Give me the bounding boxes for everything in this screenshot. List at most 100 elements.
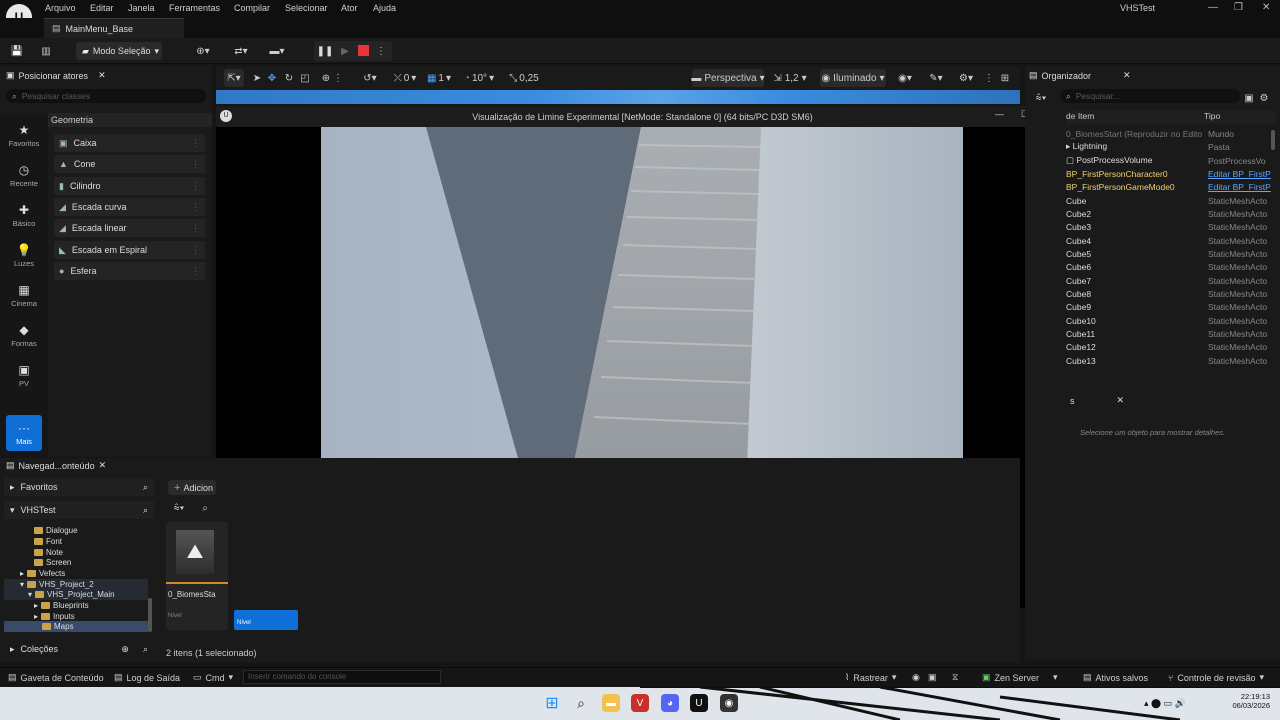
tree-folder[interactable]: Note: [4, 547, 148, 558]
category-more[interactable]: ··· Mais: [6, 415, 42, 451]
blueprint-icon[interactable]: ⇄▾: [228, 42, 254, 60]
grid-snap[interactable]: ▦ 1 ▾: [424, 69, 454, 87]
screenshot-icon[interactable]: ▣: [928, 672, 937, 683]
tree-folder-selected[interactable]: Maps: [4, 621, 148, 632]
add-button[interactable]: + Adicion: [168, 480, 216, 495]
col-type-label[interactable]: Tipo: [1204, 111, 1220, 124]
menu-ajuda[interactable]: Ajuda: [373, 3, 396, 13]
outliner-row[interactable]: Cube12 StaticMeshActo: [1066, 340, 1278, 353]
unreal-taskbar-icon[interactable]: U: [690, 694, 708, 712]
shape-item[interactable]: ● Esfera ⋮: [54, 262, 205, 280]
play-window-titlebar[interactable]: Visualização de Limine Experimental [Net…: [216, 106, 1069, 127]
search-icon[interactable]: ⌕: [143, 644, 148, 655]
drag-handle-icon[interactable]: ⋮: [191, 245, 200, 256]
category-basic[interactable]: ✚ Básico: [0, 203, 48, 228]
output-log-button[interactable]: ▤ Log de Saída: [114, 672, 180, 683]
project-section[interactable]: ▾ VHSTest ⌕: [4, 501, 154, 519]
outliner-row[interactable]: Cube2 StaticMeshActo: [1066, 207, 1278, 220]
outliner-row[interactable]: Cube5 StaticMeshActo: [1066, 247, 1278, 260]
insights-icon[interactable]: ⧖: [952, 672, 958, 683]
collections-section[interactable]: ▸ Coleções ⊕ ⌕: [4, 640, 154, 658]
asset-tile-selected[interactable]: Nível: [234, 610, 298, 630]
search-icon[interactable]: ⌕: [572, 694, 590, 712]
more-icon[interactable]: ⋮: [984, 69, 994, 87]
shape-item[interactable]: ◢ Escada linear ⋮: [54, 219, 205, 237]
effects-icon[interactable]: ✎▾: [924, 69, 948, 87]
camera-speed[interactable]: ⇲ 1,2 ▾: [772, 69, 808, 87]
close-tab-icon[interactable]: ✕: [99, 460, 107, 471]
menu-janela[interactable]: Janela: [128, 3, 155, 13]
outliner-row[interactable]: Cube4 StaticMeshActo: [1066, 234, 1278, 247]
discord-icon[interactable]: ◕: [661, 694, 679, 712]
add-actor-icon[interactable]: ⊕▾: [190, 42, 216, 60]
drag-handle-icon[interactable]: ⋮: [191, 223, 200, 234]
outliner-row[interactable]: Cube3 StaticMeshActo: [1066, 220, 1278, 233]
close-tab-icon[interactable]: ✕: [1117, 395, 1125, 406]
outliner-scrollbar[interactable]: [1271, 130, 1275, 150]
outliner-row[interactable]: Cube13 StaticMeshActo: [1066, 354, 1278, 367]
category-cinema[interactable]: ▦ Cinema: [0, 283, 48, 308]
stop-icon[interactable]: [358, 45, 369, 56]
outliner-tab[interactable]: ▤ Organizador ✕: [1029, 70, 1131, 81]
outliner-row[interactable]: BP_FirstPersonGameMode0 Editar BP_FirstP: [1066, 180, 1278, 193]
category-recent[interactable]: ◷ Recente: [0, 163, 48, 188]
console-input[interactable]: Inserir comando do console: [243, 670, 441, 684]
scale-icon[interactable]: ◰: [299, 69, 311, 87]
rotation-snap[interactable]: ⤫ 0 ▾: [390, 69, 420, 87]
close-icon[interactable]: ✕: [1262, 2, 1270, 13]
edit-blueprint-link[interactable]: Editar BP_FirstP: [1208, 169, 1274, 179]
outliner-row[interactable]: Cube7 StaticMeshActo: [1066, 274, 1278, 287]
menu-ator[interactable]: Ator: [341, 3, 358, 13]
menu-compilar[interactable]: Compilar: [234, 3, 270, 13]
settings-icon[interactable]: ⚙▾: [954, 69, 978, 87]
angle-snap[interactable]: ◔ 10° ▾: [460, 69, 498, 87]
trace-dropdown[interactable]: ⌇ Rastrear ▾: [845, 672, 896, 683]
perspective-dropdown[interactable]: ▬ Perspectiva ▾: [691, 69, 765, 87]
browse-icon[interactable]: ▥: [38, 42, 54, 60]
outliner-row[interactable]: Cube8 StaticMeshActo: [1066, 287, 1278, 300]
drag-handle-icon[interactable]: ⋮: [191, 202, 200, 213]
edit-blueprint-link[interactable]: Editar BP_FirstP: [1208, 182, 1274, 192]
doc-tab[interactable]: ▤ MainMenu_Base: [44, 18, 184, 38]
shape-item[interactable]: ▮ Cilindro ⋮: [54, 177, 205, 195]
show-icon[interactable]: ◉▾: [893, 69, 917, 87]
cursor-icon[interactable]: ➤: [252, 69, 262, 87]
filter-icon[interactable]: ⩯▾: [168, 499, 190, 517]
tree-folder[interactable]: Screen: [4, 557, 148, 568]
add-folder-icon[interactable]: ▣: [1244, 89, 1254, 107]
vivaldi-icon[interactable]: V: [631, 694, 649, 712]
outliner-row[interactable]: Cube9 StaticMeshActo: [1066, 300, 1278, 313]
tree-folder[interactable]: ▸ Vefects: [4, 568, 148, 579]
cinematics-icon[interactable]: ▬▾: [264, 42, 290, 60]
outliner-row[interactable]: Cube11 StaticMeshActo: [1066, 327, 1278, 340]
surface-snap-icon[interactable]: ↺▾: [360, 69, 380, 87]
content-browser-tab[interactable]: ▤ Navegad...onteúdo ✕: [6, 460, 106, 471]
shape-item[interactable]: ◣ Escada em Espiral ⋮: [54, 241, 205, 259]
add-icon[interactable]: ⊕: [121, 644, 129, 655]
tree-folder[interactable]: ▸ Inputs: [4, 611, 148, 622]
lit-mode-dropdown[interactable]: ◉ Iluminado ▾: [820, 69, 886, 87]
shape-item[interactable]: ▲ Cone ⋮: [54, 155, 205, 173]
pause-icon[interactable]: ❚❚: [317, 42, 334, 60]
outliner-row[interactable]: BP_FirstPersonCharacter0 Editar BP_FirstP: [1066, 167, 1278, 180]
more-icon[interactable]: ⋮: [333, 69, 343, 87]
category-shapes[interactable]: ◆ Formas: [0, 323, 48, 348]
class-search-input[interactable]: ⌕ Pesquisar classes: [6, 89, 206, 103]
drag-handle-icon[interactable]: ⋮: [191, 138, 200, 149]
close-tab-icon[interactable]: ✕: [98, 70, 106, 81]
world-icon[interactable]: ⊕: [320, 69, 332, 87]
saved-assets-button[interactable]: ▤ Ativos salvos: [1083, 672, 1148, 683]
outliner-row[interactable]: Cube10 StaticMeshActo: [1066, 314, 1278, 327]
menu-selecionar[interactable]: Selecionar: [285, 3, 328, 13]
filter-icon[interactable]: ⩯▾: [1030, 89, 1052, 107]
col-item-label[interactable]: de Item: [1066, 111, 1204, 124]
windows-start-icon[interactable]: ⊞: [543, 694, 561, 712]
drag-handle-icon[interactable]: ⋮: [191, 159, 200, 170]
settings-icon[interactable]: ⚙: [1259, 89, 1269, 107]
save-icon[interactable]: 💾: [10, 42, 24, 60]
shape-item[interactable]: ◢ Escada curva ⋮: [54, 198, 205, 216]
outliner-row[interactable]: ▸ Lightning Pasta: [1066, 140, 1278, 153]
taskbar-clock[interactable]: 22:19:13 06/03/2026: [1230, 692, 1270, 710]
mode-select-button[interactable]: ▰ Modo Seleção ▾: [76, 42, 162, 60]
category-volumes[interactable]: ▣ PV: [0, 363, 48, 388]
